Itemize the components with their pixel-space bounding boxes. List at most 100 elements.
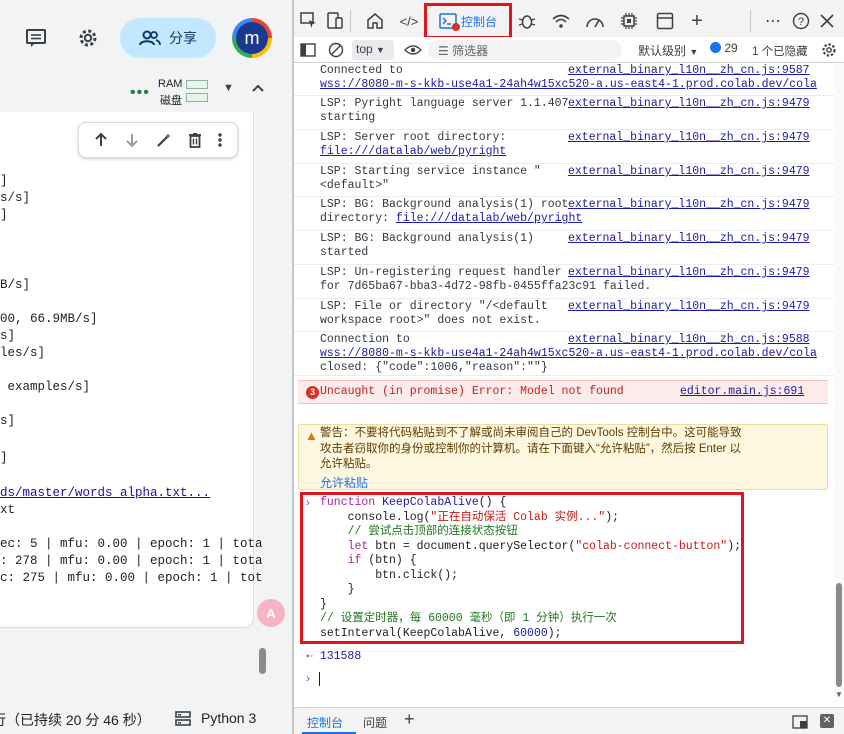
pasted-code-block[interactable]: › function KeepColabAlive() { console.lo… xyxy=(300,492,744,644)
console-settings-gear-icon[interactable] xyxy=(820,41,838,59)
log-url-link[interactable]: wss://8080-m-s-kkb-use4a1-24ah4w15xc520-… xyxy=(320,347,817,360)
context-selector[interactable]: top ▼ xyxy=(352,40,394,60)
error-message-row[interactable]: 3 Uncaught (in promise) Error: Model not… xyxy=(298,380,828,404)
log-source-link[interactable]: external_binary_l10n__zh_cn.js:9588 xyxy=(568,333,810,347)
collapse-chevron-up-icon[interactable] xyxy=(250,80,266,96)
console-input-caret[interactable] xyxy=(319,672,320,686)
dock-panel-icon[interactable] xyxy=(792,714,808,730)
bug-icon[interactable] xyxy=(516,10,538,32)
output-line: ec: 5 | mfu: 0.00 | epoch: 1 | tota xyxy=(0,537,263,551)
delete-trash-icon[interactable] xyxy=(188,132,202,148)
output-line: s/s] xyxy=(0,191,31,205)
output-line: 00, 66.9MB/s] xyxy=(0,312,98,326)
resource-dropdown-icon[interactable]: ▼ xyxy=(223,82,234,94)
output-line: c: 275 | mfu: 0.00 | epoch: 1 | tot xyxy=(0,571,263,585)
result-arrow-icon: ⇠ xyxy=(306,650,320,663)
network-wifi-icon[interactable] xyxy=(550,10,572,32)
left-scrollbar-thumb[interactable] xyxy=(259,648,266,674)
log-entry: LSP: Pyright language server 1.1.407 sta… xyxy=(294,96,834,130)
output-line: examples/s] xyxy=(0,380,91,394)
output-line: les/s] xyxy=(0,346,46,360)
console-prompt[interactable]: › xyxy=(306,671,310,685)
ram-bar xyxy=(186,80,208,89)
application-panel-icon[interactable] xyxy=(654,10,676,32)
filter-icon: ☰ xyxy=(438,44,449,58)
log-source-link[interactable]: external_binary_l10n__zh_cn.js:9479 xyxy=(568,300,810,314)
log-level-dropdown[interactable]: 默认级别 ▼ xyxy=(638,42,698,59)
log-url-link[interactable]: file:///datalab/web/pyright xyxy=(396,212,582,225)
inspect-element-icon[interactable] xyxy=(298,10,320,32)
log-source-link[interactable]: external_binary_l10n__zh_cn.js:9587 xyxy=(568,64,810,78)
console-scrollbar-thumb[interactable] xyxy=(836,583,842,687)
log-entry: LSP: BG: Background analysis(1) root dir… xyxy=(294,197,834,231)
comment-icon[interactable] xyxy=(24,26,48,50)
scroll-down-arrow-icon[interactable]: ▼ xyxy=(835,690,843,699)
more-options-icon[interactable]: ⋯ xyxy=(762,10,784,32)
error-source-link[interactable]: editor.main.js:691 xyxy=(680,385,804,398)
translate-icon[interactable]: A xyxy=(257,599,285,627)
account-avatar[interactable]: m xyxy=(232,18,272,58)
console-log: Connected to wss://8080-m-s-kkb-use4a1-2… xyxy=(294,63,834,703)
log-source-link[interactable]: external_binary_l10n__zh_cn.js:9479 xyxy=(568,266,810,280)
add-panel-icon[interactable]: + xyxy=(686,10,708,32)
log-entry: LSP: Server root directory: file:///data… xyxy=(294,130,834,164)
tab-console[interactable]: 控制台 xyxy=(424,3,512,39)
log-message: LSP: Starting service instance " <defaul… xyxy=(320,165,541,192)
share-label: 分享 xyxy=(169,30,197,46)
colab-pane: 分享 m ••• RAM 磁盘 ▼ ] s/s]] B/s] 00, 66.9MB/s… xyxy=(0,0,292,734)
log-source-link[interactable]: external_binary_l10n__zh_cn.js:9479 xyxy=(568,131,810,145)
close-drawer-icon[interactable]: ✕ xyxy=(820,714,834,728)
log-message: LSP: BG: Background analysis(1) started xyxy=(320,232,534,259)
error-count-badge: 3 xyxy=(306,386,319,399)
log-entry: LSP: BG: Background analysis(1) started e… xyxy=(294,231,834,265)
log-message: LSP: File or directory "/<default worksp… xyxy=(320,300,548,327)
log-source-link[interactable]: external_binary_l10n__zh_cn.js:9479 xyxy=(568,165,810,179)
share-button[interactable]: 分享 xyxy=(120,18,216,58)
resource-monitor[interactable]: ••• RAM 磁盘 ▼ xyxy=(0,76,292,112)
allow-paste-link[interactable]: 允许粘贴 xyxy=(320,474,368,491)
error-dot xyxy=(451,23,460,31)
runtime-label[interactable]: Python 3 xyxy=(201,710,256,726)
move-down-arrow-icon[interactable] xyxy=(124,132,140,148)
memory-chip-icon[interactable] xyxy=(618,10,640,32)
log-source-link[interactable]: external_binary_l10n__zh_cn.js:9479 xyxy=(568,232,810,246)
ram-label: RAM xyxy=(158,78,183,90)
home-icon[interactable] xyxy=(364,10,386,32)
svg-text:?: ? xyxy=(798,16,804,28)
log-message: LSP: BG: Background analysis(1) root dir… xyxy=(320,198,583,225)
performance-gauge-icon[interactable] xyxy=(584,10,606,32)
more-vert-icon[interactable] xyxy=(217,132,223,148)
log-source-link[interactable]: external_binary_l10n__zh_cn.js:9479 xyxy=(568,198,810,212)
filter-input[interactable]: ☰ 筛选器 xyxy=(428,40,622,60)
output-line: B/s] xyxy=(0,278,31,292)
status-dots-icon: ••• xyxy=(130,84,150,101)
drawer-add-tab-icon[interactable]: + xyxy=(404,709,415,730)
move-up-arrow-icon[interactable] xyxy=(93,132,109,148)
filter-placeholder: 筛选器 xyxy=(452,44,489,58)
code-text: function KeepColabAlive() { console.log(… xyxy=(320,496,742,640)
log-url-link[interactable]: file:///datalab/web/pyright xyxy=(320,145,506,158)
log-url-link[interactable]: wss://8080-m-s-kkb-use4a1-24ah4w15xc520-… xyxy=(320,78,817,91)
disk-bar xyxy=(186,93,208,102)
magic-wand-icon[interactable] xyxy=(156,132,172,148)
help-icon[interactable]: ? xyxy=(790,10,812,32)
drawer-tab-console[interactable]: 控制台 xyxy=(307,714,343,731)
elements-icon[interactable]: </> xyxy=(398,10,420,32)
output-line: xt xyxy=(0,503,16,517)
sidebar-toggle-icon[interactable] xyxy=(300,42,316,58)
output-line[interactable]: ds/master/words_alpha.txt... xyxy=(0,486,210,500)
settings-gear-icon[interactable] xyxy=(76,26,100,50)
close-devtools-icon[interactable] xyxy=(816,10,838,32)
log-entry: LSP: Un-registering request handler for … xyxy=(294,265,834,299)
drawer-tab-issues[interactable]: 问题 xyxy=(363,714,387,731)
clear-console-icon[interactable] xyxy=(328,42,344,58)
warning-text: 警告：不要将代码粘贴到不了解或尚未审阅自己的 DevTools 控制台中。这可能… xyxy=(320,427,742,470)
live-expression-eye-icon[interactable] xyxy=(404,42,422,58)
issues-count: 29 xyxy=(724,41,738,55)
tab-console-label: 控制台 xyxy=(460,14,497,29)
result-value: 131588 xyxy=(319,650,362,663)
device-toolbar-icon[interactable] xyxy=(324,10,346,32)
log-source-link[interactable]: external_binary_l10n__zh_cn.js:9479 xyxy=(568,97,810,111)
log-entry: LSP: Starting service instance " <defaul… xyxy=(294,164,834,197)
issues-badge[interactable]: 29 xyxy=(710,41,738,55)
